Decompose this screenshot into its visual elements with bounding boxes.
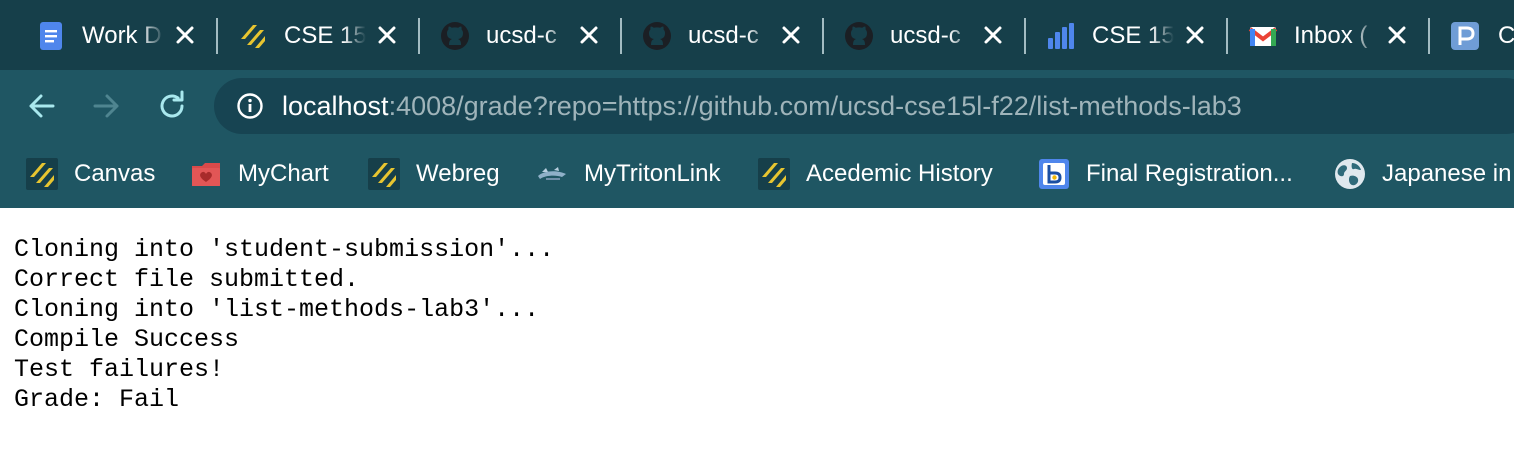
- close-icon[interactable]: [1182, 22, 1208, 48]
- output-line: Correct file submitted.: [14, 265, 360, 294]
- tab-title: ucsd-c: [890, 22, 961, 49]
- mychart-icon: [192, 163, 220, 186]
- p-app-icon: [1451, 22, 1479, 50]
- url-text[interactable]: localhost:4008/grade?repo=https://github…: [282, 87, 1242, 125]
- bookmark-label: Webreg: [416, 160, 500, 187]
- output-line: Compile Success: [14, 325, 240, 354]
- output-line: Cloning into 'student-submission'...: [14, 235, 555, 264]
- forward-arrow-icon[interactable]: [86, 86, 126, 126]
- output-line: Test failures!: [14, 355, 225, 384]
- tab-strip: Work D CSE 15 ucsd-c ucsd-c ucsd-c CSE 1…: [0, 0, 1514, 70]
- bookmark-label: MyChart: [238, 160, 329, 187]
- browser-chrome: Work D CSE 15 ucsd-c ucsd-c ucsd-c CSE 1…: [0, 0, 1514, 208]
- tab-title: ucsd-c: [688, 22, 759, 49]
- canvas-icon: [368, 158, 400, 190]
- tab-cse15-stats[interactable]: CSE 15: [1024, 6, 1225, 64]
- github-icon: [643, 22, 671, 50]
- github-icon: [845, 22, 873, 50]
- tab-title: CSE 15: [1092, 22, 1174, 49]
- tab-gmail-inbox[interactable]: Inbox (: [1226, 6, 1427, 64]
- tritonlink-icon: [538, 167, 566, 180]
- b-icon: [1039, 159, 1069, 189]
- tab-github-2[interactable]: ucsd-c: [620, 6, 821, 64]
- close-icon[interactable]: [374, 22, 400, 48]
- bookmarks-bar: Canvas MyChart Webreg MyTritonLink Acede…: [0, 142, 1514, 206]
- tab-title: Work D: [82, 22, 162, 49]
- grader-output: Cloning into 'student-submission'... Cor…: [14, 235, 554, 415]
- back-arrow-icon[interactable]: [22, 86, 62, 126]
- tab-title: ucsd-c: [486, 22, 557, 49]
- reload-icon[interactable]: [152, 86, 192, 126]
- bookmark-label: Canvas: [74, 160, 156, 187]
- bookmark-label: Japanese in: [1382, 160, 1512, 187]
- tab-title: CSE 15: [284, 22, 366, 49]
- tab-github-1[interactable]: ucsd-c: [418, 6, 619, 64]
- globe-icon: [1335, 159, 1365, 189]
- github-icon: [441, 22, 469, 50]
- gmail-icon: [1248, 27, 1278, 46]
- canvas-icon: [241, 25, 265, 48]
- google-docs-icon: [40, 22, 62, 50]
- tab-title: Inbox (: [1294, 22, 1368, 49]
- tab-cse15-canvas[interactable]: CSE 15: [216, 6, 417, 64]
- bookmark-label: MyTritonLink: [584, 160, 721, 187]
- url-host: localhost: [282, 91, 389, 121]
- close-icon[interactable]: [778, 22, 804, 48]
- close-icon[interactable]: [576, 22, 602, 48]
- close-icon[interactable]: [980, 22, 1006, 48]
- bookmark-label: Acedemic History: [806, 160, 993, 187]
- tab-work-doc[interactable]: Work D: [14, 6, 215, 64]
- address-bar[interactable]: localhost:4008/grade?repo=https://github…: [214, 78, 1514, 134]
- output-line: Grade: Fail: [14, 385, 180, 414]
- close-icon[interactable]: [172, 22, 198, 48]
- canvas-icon: [758, 158, 790, 190]
- url-path: :4008/grade?repo=https://github.com/ucsd…: [388, 91, 1242, 121]
- site-info-icon[interactable]: [236, 92, 264, 120]
- tab-title: C: [1498, 22, 1514, 49]
- bookmark-label: Final Registration...: [1086, 160, 1293, 187]
- tab-partial[interactable]: C: [1428, 6, 1514, 64]
- toolbar: localhost:4008/grade?repo=https://github…: [0, 70, 1514, 142]
- page-content: Cloning into 'student-submission'... Cor…: [0, 208, 1514, 452]
- output-line: Cloning into 'list-methods-lab3'...: [14, 295, 540, 324]
- tab-github-3[interactable]: ucsd-c: [822, 6, 1023, 64]
- bar-chart-icon: [1048, 23, 1074, 49]
- canvas-icon: [26, 158, 58, 190]
- close-icon[interactable]: [1384, 22, 1410, 48]
